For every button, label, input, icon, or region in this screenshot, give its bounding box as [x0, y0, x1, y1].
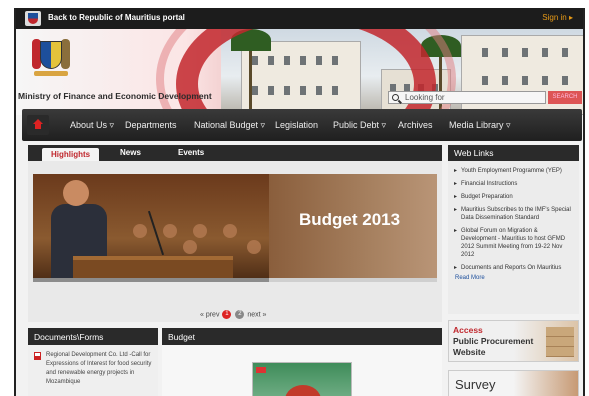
search-input[interactable]: Looking for — [388, 91, 546, 104]
web-links-title: Web Links — [448, 145, 579, 161]
budget-panel: Budget — [162, 328, 442, 396]
web-link-item[interactable]: Budget Preparation — [454, 193, 573, 201]
documents-forms-panel: Documents\Forms Regional Development Co.… — [28, 328, 158, 396]
pager-page-1[interactable]: 1 — [222, 310, 232, 319]
web-link-item[interactable]: Global Forum on Migration & Development … — [454, 227, 573, 259]
highlights-panel: Highlights News Events Budget 2013 « pre… — [28, 145, 442, 322]
nav-item-media-library[interactable]: Media Library ▿ — [449, 120, 511, 131]
slide-progress-bar — [33, 278, 437, 282]
web-link-item[interactable]: Documents and Reports On Mauritius — [454, 264, 573, 272]
browser-viewport: Back to Republic of Mauritius portal Sig… — [14, 8, 585, 396]
mauritius-flag-icon[interactable] — [25, 11, 41, 26]
budget-title: Budget — [162, 328, 442, 345]
tab-events[interactable]: Events — [178, 148, 204, 157]
survey-banner[interactable]: Survey — [448, 370, 579, 396]
pager-prev-link[interactable]: « prev — [200, 311, 219, 318]
portal-top-bar: Back to Republic of Mauritius portal Sig… — [16, 8, 583, 29]
ministry-title[interactable]: Ministry of Finance and Economic Develop… — [18, 91, 212, 101]
home-icon[interactable] — [27, 115, 49, 135]
nav-item-departments[interactable]: Departments — [125, 120, 177, 130]
highlights-tabs: Highlights News Events — [28, 145, 442, 161]
procurement-line-2: Public Procurement — [453, 336, 534, 346]
survey-label: Survey — [455, 377, 496, 392]
read-more-link[interactable]: Read More — [448, 275, 579, 281]
slide-caption-panel: Budget 2013 — [269, 174, 437, 282]
documents-title: Documents\Forms — [28, 328, 158, 345]
site-header: Ministry of Finance and Economic Develop… — [16, 29, 583, 115]
web-links-list: Youth Employment Programme (YEP) Financi… — [448, 161, 579, 272]
search-placeholder: Looking for — [405, 93, 445, 102]
nav-item-public-debt[interactable]: Public Debt ▿ — [333, 120, 386, 131]
nav-item-legislation[interactable]: Legislation — [275, 120, 318, 130]
web-links-panel: Web Links Youth Employment Programme (YE… — [448, 145, 579, 314]
nav-item-archives[interactable]: Archives — [398, 120, 433, 130]
main-navigation: About Us ▿ Departments National Budget ▿… — [22, 109, 582, 141]
web-link-item[interactable]: Financial Instructions — [454, 180, 573, 188]
search-icon — [392, 94, 399, 101]
web-link-item[interactable]: Youth Employment Programme (YEP) — [454, 167, 573, 175]
pager-page-2[interactable]: 2 — [235, 310, 245, 319]
search-button[interactable]: SEARCH — [548, 91, 582, 104]
pdf-icon — [34, 352, 41, 360]
nav-item-about-us[interactable]: About Us ▿ — [70, 120, 114, 131]
tab-news[interactable]: News — [120, 148, 141, 157]
slide-caption: Budget 2013 — [299, 210, 401, 229]
tab-highlights[interactable]: Highlights — [42, 148, 100, 161]
highlight-slide[interactable]: Budget 2013 — [33, 174, 437, 282]
procurement-line-3: Website — [453, 347, 486, 357]
nav-item-national-budget[interactable]: National Budget ▿ — [194, 120, 265, 131]
minister-speech-photo — [33, 174, 269, 282]
back-to-portal-link[interactable]: Back to Republic of Mauritius portal — [48, 13, 185, 22]
boxes-icon — [546, 327, 574, 357]
pager-next-link[interactable]: next » — [247, 311, 266, 318]
budget-document-cover[interactable] — [252, 362, 352, 396]
coat-of-arms-logo[interactable] — [32, 33, 70, 81]
procurement-line-1: Access — [453, 325, 483, 335]
public-procurement-banner[interactable]: Access Public Procurement Website — [448, 320, 579, 362]
slide-pager: « prev 1 2 next » — [200, 310, 266, 319]
web-link-item[interactable]: Mauritius Subscribes to the IMF's Specia… — [454, 206, 573, 222]
document-link[interactable]: Regional Development Co. Ltd -Call for E… — [46, 351, 154, 387]
sign-in-link[interactable]: Sign in ▸ — [542, 13, 573, 22]
